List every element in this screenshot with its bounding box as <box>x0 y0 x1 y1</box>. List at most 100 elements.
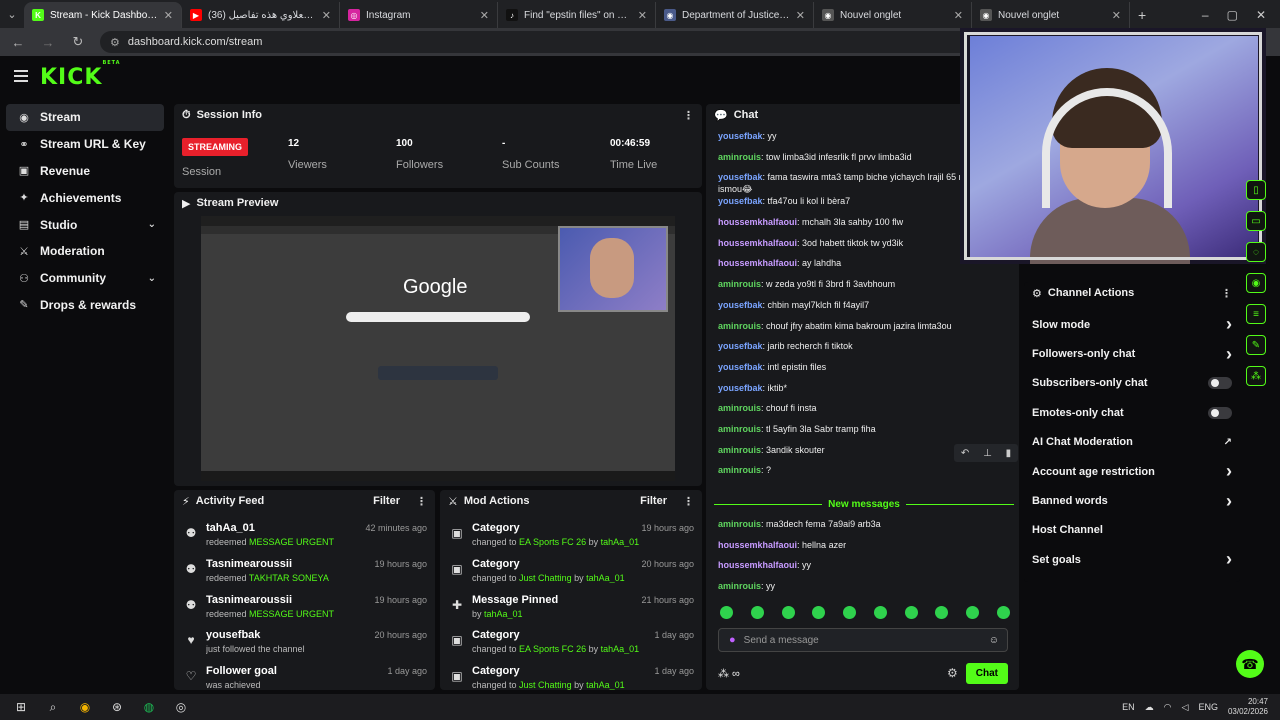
url-field[interactable]: ⚙ dashboard.kick.com/stream <box>100 31 980 53</box>
chat-message[interactable]: aminrouis: ? <box>718 464 1016 485</box>
browser-tab[interactable]: ◉ Nouvel onglet ✕ <box>972 2 1130 28</box>
channel-action-row[interactable]: Followers-only chat › <box>1024 339 1240 368</box>
chevron-right-icon[interactable]: › <box>1226 314 1232 335</box>
chat-username[interactable]: yousefbak <box>718 300 763 310</box>
filter-button[interactable]: Filter <box>640 495 667 507</box>
mod-action-user[interactable]: tahAa_01 <box>484 609 523 619</box>
channel-action-row[interactable]: Banned words › <box>1024 486 1240 515</box>
mod-action-user[interactable]: tahAa_01 <box>586 680 625 690</box>
more-options-icon[interactable]: ⋮ <box>416 495 427 508</box>
chat-message[interactable]: houssemkhalfaoui: yy <box>718 559 1016 580</box>
new-tab-button[interactable]: + <box>1130 2 1154 28</box>
settings-icon[interactable]: ⚙ <box>947 666 958 680</box>
search-icon[interactable]: ⌕ <box>42 696 64 718</box>
mod-action-user[interactable]: tahAa_01 <box>601 537 640 547</box>
sidebar-item[interactable]: ⚔ Moderation <box>6 238 164 265</box>
tab-search-icon[interactable]: ⌄ <box>0 0 24 28</box>
browser-tab[interactable]: K Stream - Kick Dashboard ✕ <box>24 2 182 28</box>
chat-username[interactable]: aminrouis <box>718 152 761 162</box>
forward-icon[interactable]: → <box>40 35 56 50</box>
chat-username[interactable]: houssemkhalfaoui <box>718 217 797 227</box>
tab-close-icon[interactable]: ✕ <box>480 9 489 22</box>
back-icon[interactable]: ← <box>10 35 26 50</box>
sidebar-item[interactable]: ⚇ Community ⌄ <box>6 265 164 292</box>
chat-username[interactable]: yousefbak <box>718 172 763 182</box>
channel-action-row[interactable]: AI Chat Moderation ↗ <box>1024 428 1240 457</box>
input-language[interactable]: EN <box>1122 702 1135 712</box>
chevron-right-icon[interactable]: › <box>1226 461 1232 482</box>
stream-preview-video[interactable]: Google <box>201 216 675 481</box>
chat-input[interactable]: ● Send a message ☺ <box>718 628 1008 652</box>
chat-message[interactable]: aminrouis: tl 5ayfin 3la Sabr tramp fiha <box>718 423 1016 444</box>
chrome-icon[interactable]: ◉ <box>74 696 96 718</box>
reply-icon[interactable]: ↶ <box>961 448 969 459</box>
channel-action-row[interactable]: Host Channel <box>1024 516 1240 545</box>
mod-action-category[interactable]: EA Sports FC 26 <box>519 644 586 654</box>
tab-close-icon[interactable]: ✕ <box>796 9 805 22</box>
tab-close-icon[interactable]: ✕ <box>638 9 647 22</box>
chevron-down-icon[interactable]: ⌄ <box>148 273 156 284</box>
chat-username[interactable]: aminrouis <box>718 424 761 434</box>
chat-username[interactable]: yousefbak <box>718 196 763 206</box>
filter-button[interactable]: Filter <box>373 495 400 507</box>
volume-icon[interactable]: ◁ <box>1182 702 1189 713</box>
tab-close-icon[interactable]: ✕ <box>164 9 173 22</box>
tab-close-icon[interactable]: ✕ <box>1112 9 1121 22</box>
channel-action-row[interactable]: Set goals › <box>1024 545 1240 574</box>
support-icon[interactable]: ☎ <box>1236 650 1264 678</box>
minimize-icon[interactable]: – <box>1202 8 1209 22</box>
rail-list-icon[interactable]: ≡ <box>1246 304 1266 324</box>
chat-message[interactable]: yousefbak: iktib* <box>718 382 1016 403</box>
chat-username[interactable]: aminrouis <box>718 581 761 591</box>
external-link-icon[interactable]: ↗ <box>1224 437 1232 448</box>
emote-icon[interactable] <box>812 606 826 619</box>
chat-username[interactable]: aminrouis <box>718 403 761 413</box>
channel-action-row[interactable]: Emotes-only chat <box>1024 398 1240 427</box>
toggle-switch[interactable] <box>1208 377 1232 390</box>
toggle-switch[interactable] <box>1208 406 1232 419</box>
emote-icon[interactable] <box>781 606 795 619</box>
more-options-icon[interactable]: ⋮ <box>1221 287 1232 300</box>
delete-icon[interactable]: ▮ <box>1006 448 1012 459</box>
chevron-right-icon[interactable]: › <box>1226 344 1232 365</box>
sidebar-item[interactable]: ✦ Achievements <box>6 184 164 211</box>
rail-broadcast-icon[interactable]: ◉ <box>1246 273 1266 293</box>
browser-tab[interactable]: ◉ Nouvel onglet ✕ <box>814 2 972 28</box>
browser-tab[interactable]: ♪ Find "epstin files" on TikTok | Ti ✕ <box>498 2 656 28</box>
mod-action-category[interactable]: Just Chatting <box>519 680 572 690</box>
microphone-icon[interactable]: ● <box>729 634 736 646</box>
chat-message[interactable]: aminrouis: ma3dech fema 7a9ai9 arb3a <box>718 518 1016 539</box>
wifi-icon[interactable]: ◠ <box>1164 702 1172 713</box>
pin-icon[interactable]: ⊥ <box>983 448 992 459</box>
browser-tab[interactable]: ▶ طارق الكعلاوي هذه تفاصيل (36) ✕ <box>182 2 340 28</box>
emote-icon[interactable] <box>720 606 733 619</box>
channel-action-row[interactable]: Account age restriction › <box>1024 457 1240 486</box>
windows-start-icon[interactable]: ⊞ <box>10 696 32 718</box>
mod-action-user[interactable]: tahAa_01 <box>586 573 625 583</box>
chevron-down-icon[interactable]: ⌄ <box>148 219 156 230</box>
sidebar-item[interactable]: ▣ Revenue <box>6 158 164 185</box>
chat-message[interactable]: aminrouis: chouf fi insta <box>718 402 1016 423</box>
tab-close-icon[interactable]: ✕ <box>954 9 963 22</box>
channel-action-row[interactable]: Subscribers-only chat <box>1024 369 1240 398</box>
chat-username[interactable]: yousefbak <box>718 341 763 351</box>
chat-username[interactable]: yousefbak <box>718 383 763 393</box>
browser-tab[interactable]: ◉ Department of Justice | Homep ✕ <box>656 2 814 28</box>
chat-message[interactable]: yousefbak: chbin mayl7klch fil f4ayil7 <box>718 299 1016 320</box>
chat-send-button[interactable]: Chat <box>965 662 1008 684</box>
more-options-icon[interactable]: ⋮ <box>683 109 694 122</box>
rail-more-icon[interactable]: ⁂ <box>1246 366 1266 386</box>
chat-username[interactable]: aminrouis <box>718 445 761 455</box>
chat-username[interactable]: aminrouis <box>718 465 761 475</box>
obs-icon[interactable]: ◎ <box>170 696 192 718</box>
chat-username[interactable]: aminrouis <box>718 519 761 529</box>
emote-icon[interactable] <box>904 606 918 619</box>
chat-username[interactable]: aminrouis <box>718 279 761 289</box>
chat-message[interactable]: aminrouis: yy <box>718 580 1016 601</box>
rail-widget-icon[interactable]: ▯ <box>1246 180 1266 200</box>
chevron-right-icon[interactable]: › <box>1226 549 1232 570</box>
emote-icon[interactable] <box>935 606 949 619</box>
emote-icon[interactable] <box>996 606 1010 619</box>
rewards-icon[interactable]: ⁂ ∞ <box>718 667 740 680</box>
keyboard-layout[interactable]: ENG <box>1198 702 1218 712</box>
